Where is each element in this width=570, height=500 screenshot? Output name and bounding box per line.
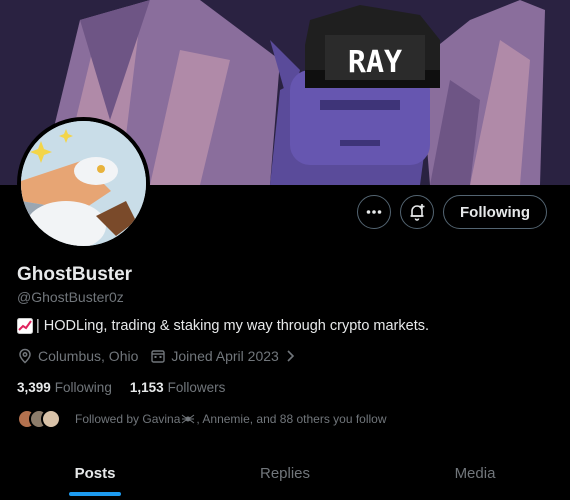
profile-joined[interactable]: Joined April 2023 [150, 348, 296, 364]
profile-bio-text: | HODLing, trading & staking my way thro… [36, 318, 430, 334]
tab-media[interactable]: Media [380, 446, 570, 500]
profile-tabs: Posts Replies Media [0, 446, 570, 500]
profile-name: GhostBuster [17, 264, 133, 285]
tab-posts[interactable]: Posts [0, 446, 190, 500]
active-tab-indicator [69, 492, 121, 496]
chart-increasing-icon [17, 318, 33, 334]
tab-media-label: Media [454, 464, 496, 482]
tab-posts-label: Posts [74, 464, 116, 482]
notification-bell-icon [410, 204, 425, 221]
follower-avatar [41, 409, 61, 429]
following-label: Following [54, 380, 112, 395]
profile-location-text: Columbus, Ohio [38, 348, 139, 364]
followed-by-row[interactable]: Followed by Gavina , Annemie, and 88 oth… [17, 409, 387, 429]
tab-replies[interactable]: Replies [190, 446, 380, 500]
location-pin-icon [19, 348, 31, 364]
notify-button[interactable] [400, 195, 435, 229]
profile-bio: | HODLing, trading & staking my way thro… [17, 318, 429, 334]
more-icon [366, 210, 382, 214]
followers-count: 1,153 [129, 380, 164, 395]
avatar-illustration [21, 121, 146, 246]
profile-location: Columbus, Ohio [17, 348, 138, 364]
calendar-icon [151, 350, 166, 363]
following-button[interactable]: Following [443, 195, 547, 229]
profile-joined-text: Joined April 2023 [171, 348, 279, 364]
following-stat-link[interactable]: 3,399 Following [17, 380, 112, 395]
spider-icon [182, 414, 195, 424]
following-count: 3,399 [17, 380, 51, 395]
chevron-right-icon [287, 350, 294, 362]
followers-stat-link[interactable]: 1,153 Followers [130, 380, 226, 395]
more-button[interactable] [357, 195, 392, 229]
followed-by-suffix: , Annemie, and 88 others you follow [196, 412, 387, 426]
followed-by-prefix: Followed by Gavina [75, 412, 181, 426]
profile-stats: 3,399 Following 1,153 Followers [17, 380, 243, 395]
profile-avatar[interactable] [17, 117, 150, 250]
profile-actions: Following [357, 195, 547, 229]
banner-cap-text: RAY [348, 45, 402, 80]
followed-by-text: Followed by Gavina , Annemie, and 88 oth… [75, 412, 387, 426]
profile-meta: Columbus, Ohio Joined April 2023 [17, 348, 309, 364]
followers-label: Followers [167, 380, 226, 395]
tab-replies-label: Replies [259, 464, 311, 482]
profile-handle: @GhostBuster0z [17, 289, 124, 305]
